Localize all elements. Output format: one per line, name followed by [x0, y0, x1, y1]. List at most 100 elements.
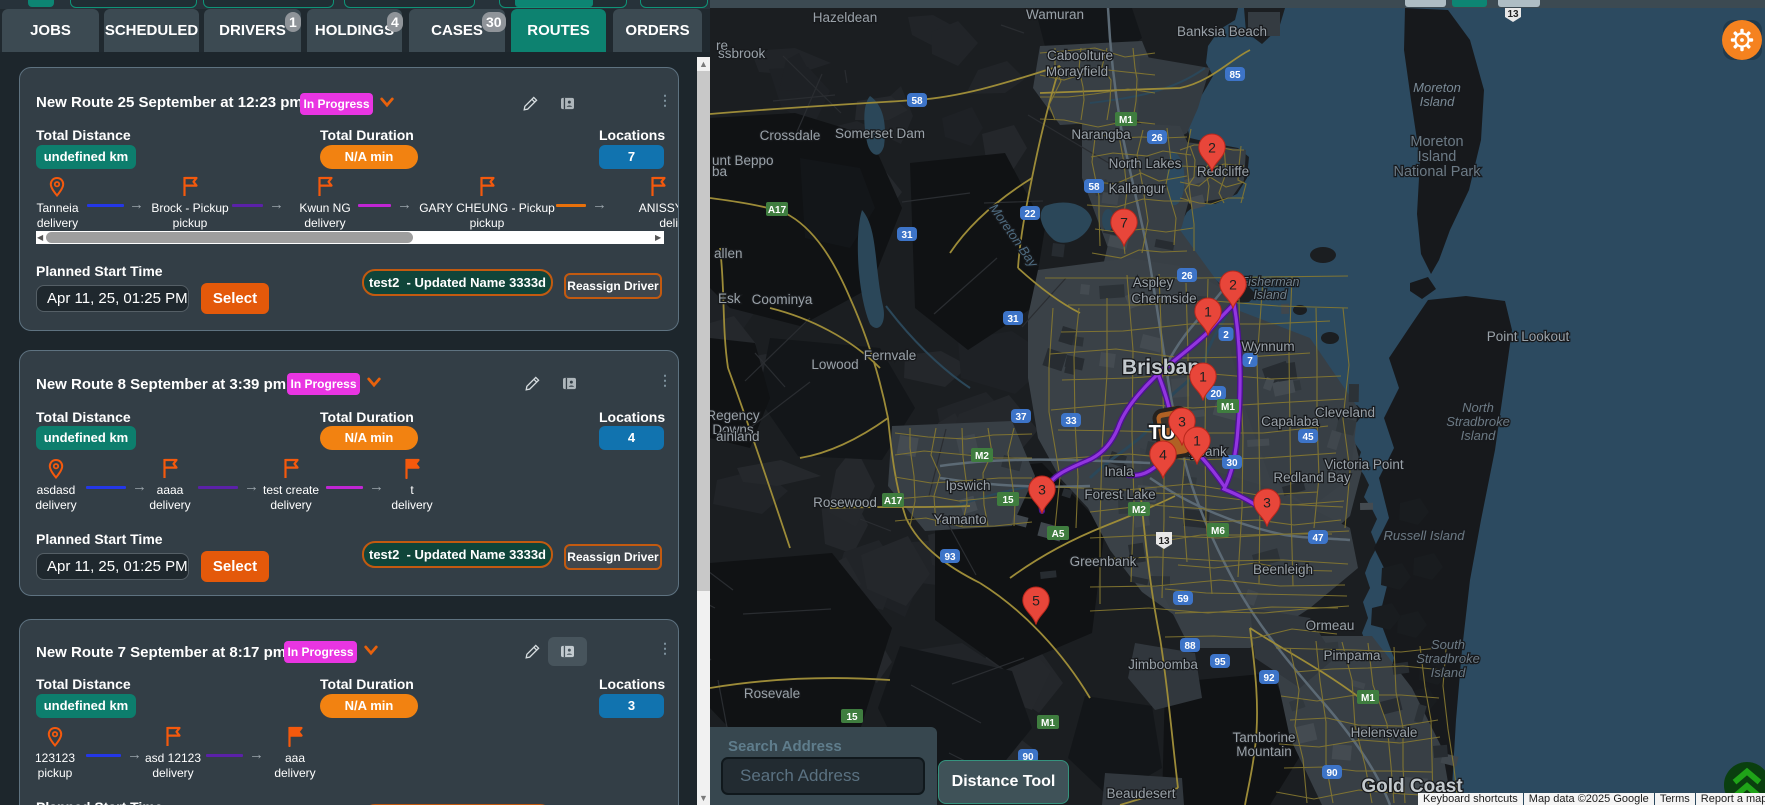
svg-text:Hazeldean: Hazeldean: [813, 10, 878, 25]
svg-text:3: 3: [1263, 495, 1271, 511]
svg-text:A17: A17: [768, 205, 787, 216]
svg-text:M6: M6: [1211, 526, 1225, 537]
svg-text:Wynnum: Wynnum: [1241, 339, 1294, 354]
svg-text:26: 26: [1151, 133, 1163, 144]
svg-text:Morayfield: Morayfield: [1046, 64, 1108, 79]
svg-text:30: 30: [1226, 458, 1238, 469]
svg-text:Caboolture: Caboolture: [1047, 48, 1113, 63]
svg-text:Pimpama: Pimpama: [1323, 648, 1381, 663]
svg-text:13: 13: [1507, 9, 1519, 20]
svg-text:Redcliffe: Redcliffe: [1197, 164, 1249, 179]
svg-text:37: 37: [1015, 412, 1027, 423]
svg-text:85: 85: [1229, 70, 1241, 81]
svg-text:Aspley: Aspley: [1133, 275, 1174, 290]
svg-text:Island: Island: [1461, 428, 1496, 443]
svg-text:North: North: [1462, 400, 1494, 415]
svg-text:7: 7: [1120, 215, 1128, 231]
svg-text:5: 5: [1032, 593, 1040, 609]
svg-text:88: 88: [1184, 641, 1196, 652]
svg-text:Point Lookout: Point Lookout: [1487, 329, 1570, 344]
svg-text:15: 15: [1002, 495, 1014, 506]
svg-text:Tamborine: Tamborine: [1232, 730, 1295, 745]
svg-text:2: 2: [1208, 140, 1216, 156]
svg-text:Inala: Inala: [1104, 464, 1134, 479]
svg-text:Beenleigh: Beenleigh: [1253, 562, 1313, 577]
svg-text:20: 20: [1210, 389, 1222, 400]
svg-text:South: South: [1431, 637, 1465, 652]
svg-text:Stradbroke: Stradbroke: [1416, 651, 1480, 666]
svg-text:Island: Island: [1420, 94, 1455, 109]
svg-text:M1: M1: [1041, 718, 1055, 729]
svg-text:2: 2: [1229, 277, 1237, 293]
svg-text:Lowood: Lowood: [811, 357, 858, 372]
svg-text:13: 13: [1158, 536, 1170, 547]
svg-text:ssbrook: ssbrook: [718, 46, 766, 61]
svg-text:45: 45: [1302, 432, 1314, 443]
svg-text:Beaudesert: Beaudesert: [1106, 786, 1175, 801]
svg-text:Forest Lake: Forest Lake: [1084, 487, 1155, 502]
svg-text:47: 47: [1312, 533, 1324, 544]
svg-text:1: 1: [1193, 433, 1201, 449]
svg-text:A5: A5: [1052, 529, 1065, 540]
svg-text:Banksia Beach: Banksia Beach: [1177, 24, 1267, 39]
svg-text:Kallangur: Kallangur: [1108, 181, 1166, 196]
svg-text:4: 4: [1159, 447, 1167, 463]
svg-text:26: 26: [1181, 271, 1193, 282]
svg-text:1: 1: [1204, 304, 1212, 320]
svg-text:Mountain: Mountain: [1236, 744, 1292, 759]
svg-text:Redland Bay: Redland Bay: [1273, 470, 1351, 485]
svg-text:Moreton: Moreton: [1413, 80, 1461, 95]
svg-text:92: 92: [1263, 673, 1275, 684]
svg-text:Rosewood: Rosewood: [813, 495, 877, 510]
svg-text:95: 95: [1214, 657, 1226, 668]
svg-text:Wamuran: Wamuran: [1026, 8, 1084, 22]
svg-text:allen: allen: [714, 246, 743, 261]
svg-text:M1: M1: [1361, 693, 1375, 704]
svg-text:33: 33: [1065, 416, 1077, 427]
svg-text:Stradbroke: Stradbroke: [1446, 414, 1510, 429]
svg-text:M1: M1: [1221, 402, 1235, 413]
svg-text:Russell Island: Russell Island: [1384, 528, 1466, 543]
svg-text:58: 58: [911, 96, 923, 107]
svg-text:Capalaba: Capalaba: [1261, 414, 1319, 429]
svg-text:A17: A17: [884, 496, 903, 507]
svg-text:Yamanto: Yamanto: [933, 512, 986, 527]
svg-text:Island: Island: [1431, 665, 1466, 680]
svg-text:Rosevale: Rosevale: [744, 686, 800, 701]
svg-text:North Lakes: North Lakes: [1109, 156, 1182, 171]
svg-text:M2: M2: [975, 451, 989, 462]
svg-text:31: 31: [1007, 314, 1019, 325]
svg-text:Helensvale: Helensvale: [1351, 725, 1418, 740]
svg-text:Coominya: Coominya: [752, 292, 813, 307]
svg-text:15: 15: [846, 712, 858, 723]
svg-text:ba: ba: [712, 164, 728, 179]
svg-text:3: 3: [1178, 414, 1186, 430]
svg-text:90: 90: [1326, 768, 1338, 779]
svg-text:Moreton: Moreton: [1410, 134, 1463, 150]
svg-text:Somerset Dam: Somerset Dam: [835, 126, 925, 141]
svg-text:59: 59: [1177, 594, 1189, 605]
svg-text:Jimboomba: Jimboomba: [1128, 657, 1198, 672]
svg-text:Ormeau: Ormeau: [1306, 618, 1355, 633]
svg-text:National Park: National Park: [1393, 164, 1481, 180]
svg-text:Brisban: Brisban: [1122, 356, 1200, 379]
svg-text:31: 31: [901, 230, 913, 241]
svg-text:M2: M2: [1132, 505, 1146, 516]
svg-text:7: 7: [1247, 356, 1253, 367]
svg-text:Esk: Esk: [718, 291, 741, 306]
svg-text:22: 22: [1024, 209, 1036, 220]
svg-text:M1: M1: [1119, 115, 1133, 126]
svg-text:Fisherman: Fisherman: [1240, 275, 1299, 289]
svg-text:ainland: ainland: [716, 429, 760, 444]
svg-text:1: 1: [1199, 369, 1207, 385]
svg-text:Greenbank: Greenbank: [1070, 554, 1137, 569]
svg-text:Ipswich: Ipswich: [945, 478, 990, 493]
svg-text:Island: Island: [1418, 149, 1457, 165]
svg-text:Chermside: Chermside: [1131, 291, 1196, 306]
svg-text:Regency: Regency: [710, 408, 760, 423]
svg-text:Narangba: Narangba: [1071, 127, 1131, 142]
svg-text:3: 3: [1038, 482, 1046, 498]
svg-text:2: 2: [1223, 330, 1229, 341]
svg-text:93: 93: [944, 552, 956, 563]
svg-text:Crossdale: Crossdale: [760, 128, 821, 143]
